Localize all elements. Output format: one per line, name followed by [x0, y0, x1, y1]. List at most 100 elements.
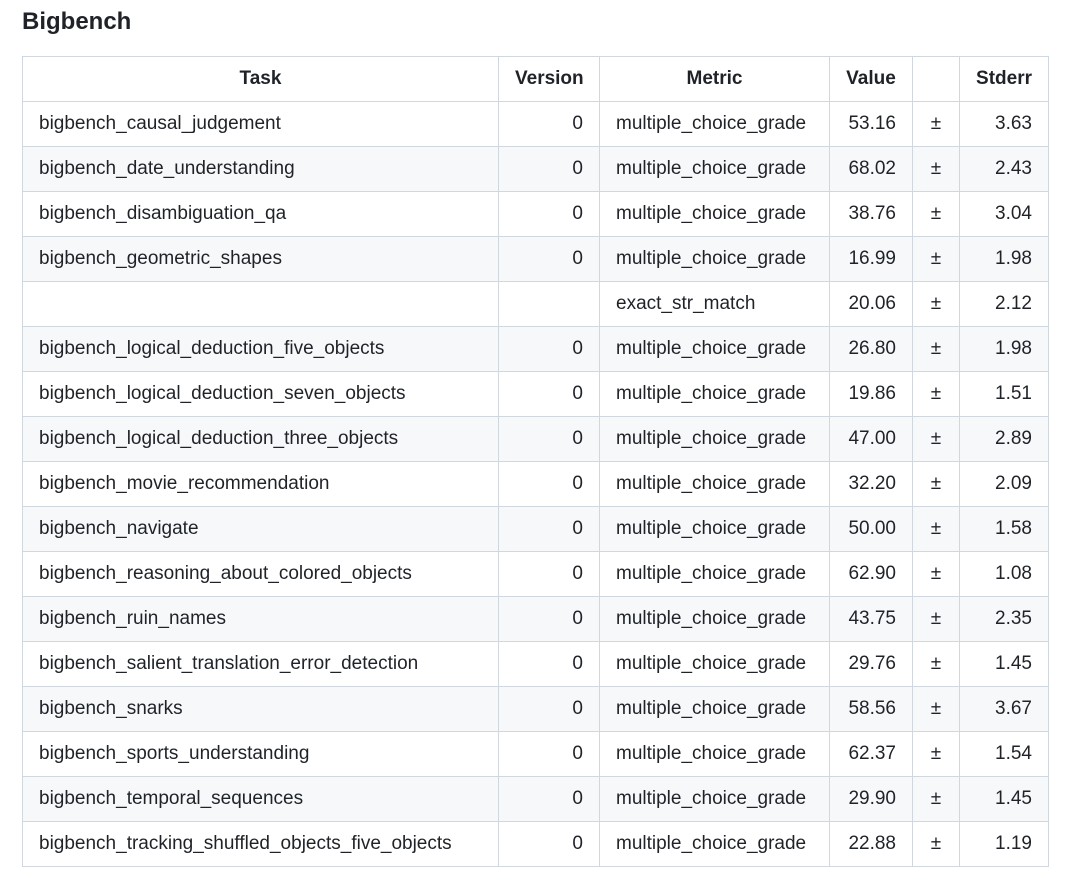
- table-header: Task Version Metric Value Stderr: [22, 56, 1049, 102]
- cell-plus-minus: ±: [912, 281, 960, 327]
- cell-value: 19.86: [829, 371, 913, 417]
- header-stderr: Stderr: [959, 56, 1049, 102]
- cell-value: 43.75: [829, 596, 913, 642]
- header-value: Value: [829, 56, 913, 102]
- cell-stderr: 2.43: [959, 146, 1049, 192]
- cell-stderr: 1.08: [959, 551, 1049, 597]
- table-row: bigbench_date_understanding 0 multiple_cho…: [22, 146, 1049, 192]
- table-row: bigbench_logical_deduction_five_objects 0…: [22, 326, 1049, 372]
- cell-version: 0: [498, 551, 600, 597]
- cell-metric: multiple_choice_grade: [599, 326, 830, 372]
- cell-task: bigbench_tracking_shuffled_objects_five_…: [22, 821, 499, 867]
- cell-task: bigbench_navigate: [22, 506, 499, 552]
- cell-metric: multiple_choice_grade: [599, 776, 830, 822]
- cell-metric: multiple_choice_grade: [599, 731, 830, 777]
- table-row: bigbench_disambiguation_qa 0 multiple_choi…: [22, 191, 1049, 237]
- cell-value: 62.90: [829, 551, 913, 597]
- cell-plus-minus: ±: [912, 101, 960, 147]
- cell-stderr: 1.58: [959, 506, 1049, 552]
- cell-value: 16.99: [829, 236, 913, 282]
- cell-stderr: 1.45: [959, 776, 1049, 822]
- table-row: bigbench_causal_judgement 0 multiple_choic…: [22, 101, 1049, 147]
- cell-version: 0: [498, 326, 600, 372]
- cell-plus-minus: ±: [912, 146, 960, 192]
- cell-value: 29.76: [829, 641, 913, 687]
- cell-version: [498, 281, 600, 327]
- cell-value: 47.00: [829, 416, 913, 462]
- header-metric: Metric: [599, 56, 830, 102]
- cell-metric: multiple_choice_grade: [599, 101, 830, 147]
- cell-plus-minus: ±: [912, 326, 960, 372]
- page: Bigbench Task Version Metric Value Stder…: [0, 0, 1065, 880]
- cell-metric: multiple_choice_grade: [599, 461, 830, 507]
- cell-version: 0: [498, 596, 600, 642]
- cell-version: 0: [498, 686, 600, 732]
- cell-version: 0: [498, 236, 600, 282]
- cell-plus-minus: ±: [912, 731, 960, 777]
- cell-plus-minus: ±: [912, 596, 960, 642]
- cell-metric: multiple_choice_grade: [599, 146, 830, 192]
- cell-metric: exact_str_match: [599, 281, 830, 327]
- table-row: bigbench_logical_deduction_three_objects…: [22, 416, 1049, 462]
- cell-metric: multiple_choice_grade: [599, 506, 830, 552]
- cell-value: 58.56: [829, 686, 913, 732]
- cell-task: bigbench_snarks: [22, 686, 499, 732]
- cell-plus-minus: ±: [912, 371, 960, 417]
- cell-value: 20.06: [829, 281, 913, 327]
- cell-task: [22, 281, 499, 327]
- table-row: bigbench_ruin_names 0 multiple_choice_grad…: [22, 596, 1049, 642]
- cell-task: bigbench_disambiguation_qa: [22, 191, 499, 237]
- cell-version: 0: [498, 101, 600, 147]
- cell-value: 62.37: [829, 731, 913, 777]
- cell-metric: multiple_choice_grade: [599, 596, 830, 642]
- cell-stderr: 2.35: [959, 596, 1049, 642]
- cell-stderr: 1.51: [959, 371, 1049, 417]
- cell-plus-minus: ±: [912, 236, 960, 282]
- cell-version: 0: [498, 776, 600, 822]
- table-row: bigbench_reasoning_about_colored_objects…: [22, 551, 1049, 597]
- cell-stderr: 1.54: [959, 731, 1049, 777]
- cell-stderr: 1.45: [959, 641, 1049, 687]
- cell-value: 22.88: [829, 821, 913, 867]
- table-row: bigbench_logical_deduction_seven_objects…: [22, 371, 1049, 417]
- cell-stderr: 1.98: [959, 326, 1049, 372]
- cell-stderr: 1.19: [959, 821, 1049, 867]
- cell-plus-minus: ±: [912, 506, 960, 552]
- cell-value: 53.16: [829, 101, 913, 147]
- results-table: Task Version Metric Value Stderr bigbenc…: [22, 56, 1049, 867]
- cell-value: 32.20: [829, 461, 913, 507]
- cell-plus-minus: ±: [912, 821, 960, 867]
- header-task: Task: [22, 56, 499, 102]
- table-row: bigbench_temporal_sequences 0 multiple_cho…: [22, 776, 1049, 822]
- cell-task: bigbench_causal_judgement: [22, 101, 499, 147]
- cell-task: bigbench_salient_translation_error_detec…: [22, 641, 499, 687]
- cell-version: 0: [498, 371, 600, 417]
- cell-task: bigbench_logical_deduction_five_objects: [22, 326, 499, 372]
- cell-stderr: 3.67: [959, 686, 1049, 732]
- cell-version: 0: [498, 641, 600, 687]
- table-row: bigbench_sports_understanding 0 multiple_c…: [22, 731, 1049, 777]
- cell-stderr: 2.89: [959, 416, 1049, 462]
- cell-version: 0: [498, 461, 600, 507]
- cell-task: bigbench_sports_understanding: [22, 731, 499, 777]
- cell-value: 38.76: [829, 191, 913, 237]
- cell-metric: multiple_choice_grade: [599, 191, 830, 237]
- cell-stderr: 1.98: [959, 236, 1049, 282]
- cell-task: bigbench_logical_deduction_seven_objects: [22, 371, 499, 417]
- cell-metric: multiple_choice_grade: [599, 641, 830, 687]
- table-row: bigbench_movie_recommendation 0 multiple_c…: [22, 461, 1049, 507]
- cell-version: 0: [498, 731, 600, 777]
- cell-plus-minus: ±: [912, 551, 960, 597]
- cell-metric: multiple_choice_grade: [599, 371, 830, 417]
- cell-metric: multiple_choice_grade: [599, 686, 830, 732]
- table-row: bigbench_salient_translation_error_detec…: [22, 641, 1049, 687]
- cell-value: 68.02: [829, 146, 913, 192]
- header-row: Task Version Metric Value Stderr: [22, 56, 1049, 102]
- table-row: exact_str_match 20.06 ±2.12: [22, 281, 1049, 327]
- cell-version: 0: [498, 146, 600, 192]
- table-row: bigbench_navigate 0 multiple_choice_grade 5…: [22, 506, 1049, 552]
- cell-version: 0: [498, 416, 600, 462]
- cell-plus-minus: ±: [912, 416, 960, 462]
- cell-task: bigbench_temporal_sequences: [22, 776, 499, 822]
- header-version: Version: [498, 56, 600, 102]
